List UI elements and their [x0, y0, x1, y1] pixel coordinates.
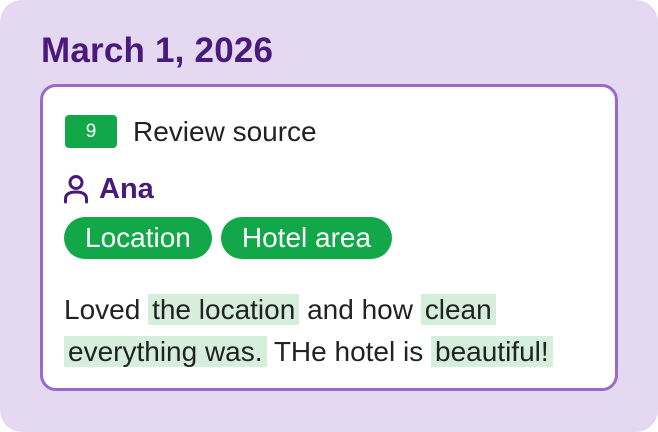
- review-panel: March 1, 2026 9 Review source Ana Locati…: [0, 0, 658, 432]
- review-text-segment: and how: [299, 294, 421, 325]
- tag-hotel-area[interactable]: Hotel area: [220, 217, 393, 259]
- date-heading: March 1, 2026: [41, 31, 274, 70]
- review-text-segment: THe hotel is: [266, 336, 431, 367]
- tag-list: Location Hotel area: [64, 217, 393, 259]
- highlight-clean: clean: [420, 294, 496, 325]
- reviewer: Ana: [63, 169, 154, 209]
- review-source-label: Review source: [133, 116, 317, 147]
- tag-location[interactable]: Location: [64, 217, 212, 259]
- review-text: Loved the location and how clean everythi…: [64, 289, 594, 373]
- highlight-everything: everything was.: [64, 336, 267, 367]
- highlight-beautiful: beautiful!: [431, 336, 553, 367]
- person-icon: [63, 174, 89, 204]
- review-card: 9 Review source Ana Location Hotel area …: [40, 84, 618, 391]
- score-badge: 9: [65, 115, 117, 148]
- reviewer-name: Ana: [99, 173, 154, 205]
- highlight-location: the location: [148, 294, 300, 325]
- review-text-segment: Loved: [64, 294, 149, 325]
